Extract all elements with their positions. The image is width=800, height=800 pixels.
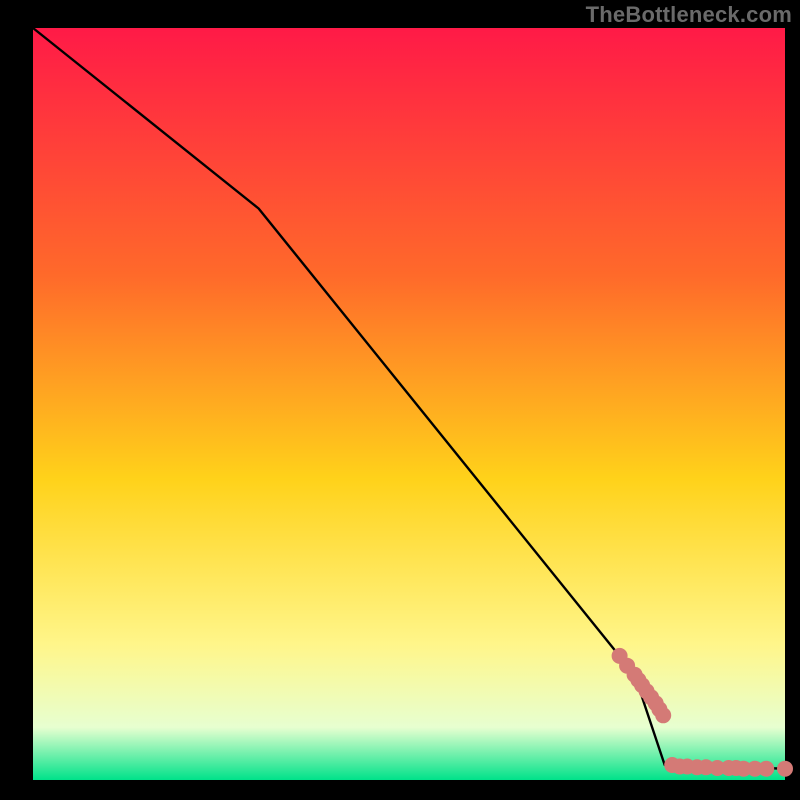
gradient-background xyxy=(33,28,785,780)
chart-frame: TheBottleneck.com xyxy=(0,0,800,800)
watermark-label: TheBottleneck.com xyxy=(586,2,792,28)
chart-svg xyxy=(0,0,800,800)
data-marker xyxy=(655,707,671,723)
data-marker xyxy=(758,761,774,777)
data-marker xyxy=(777,761,793,777)
